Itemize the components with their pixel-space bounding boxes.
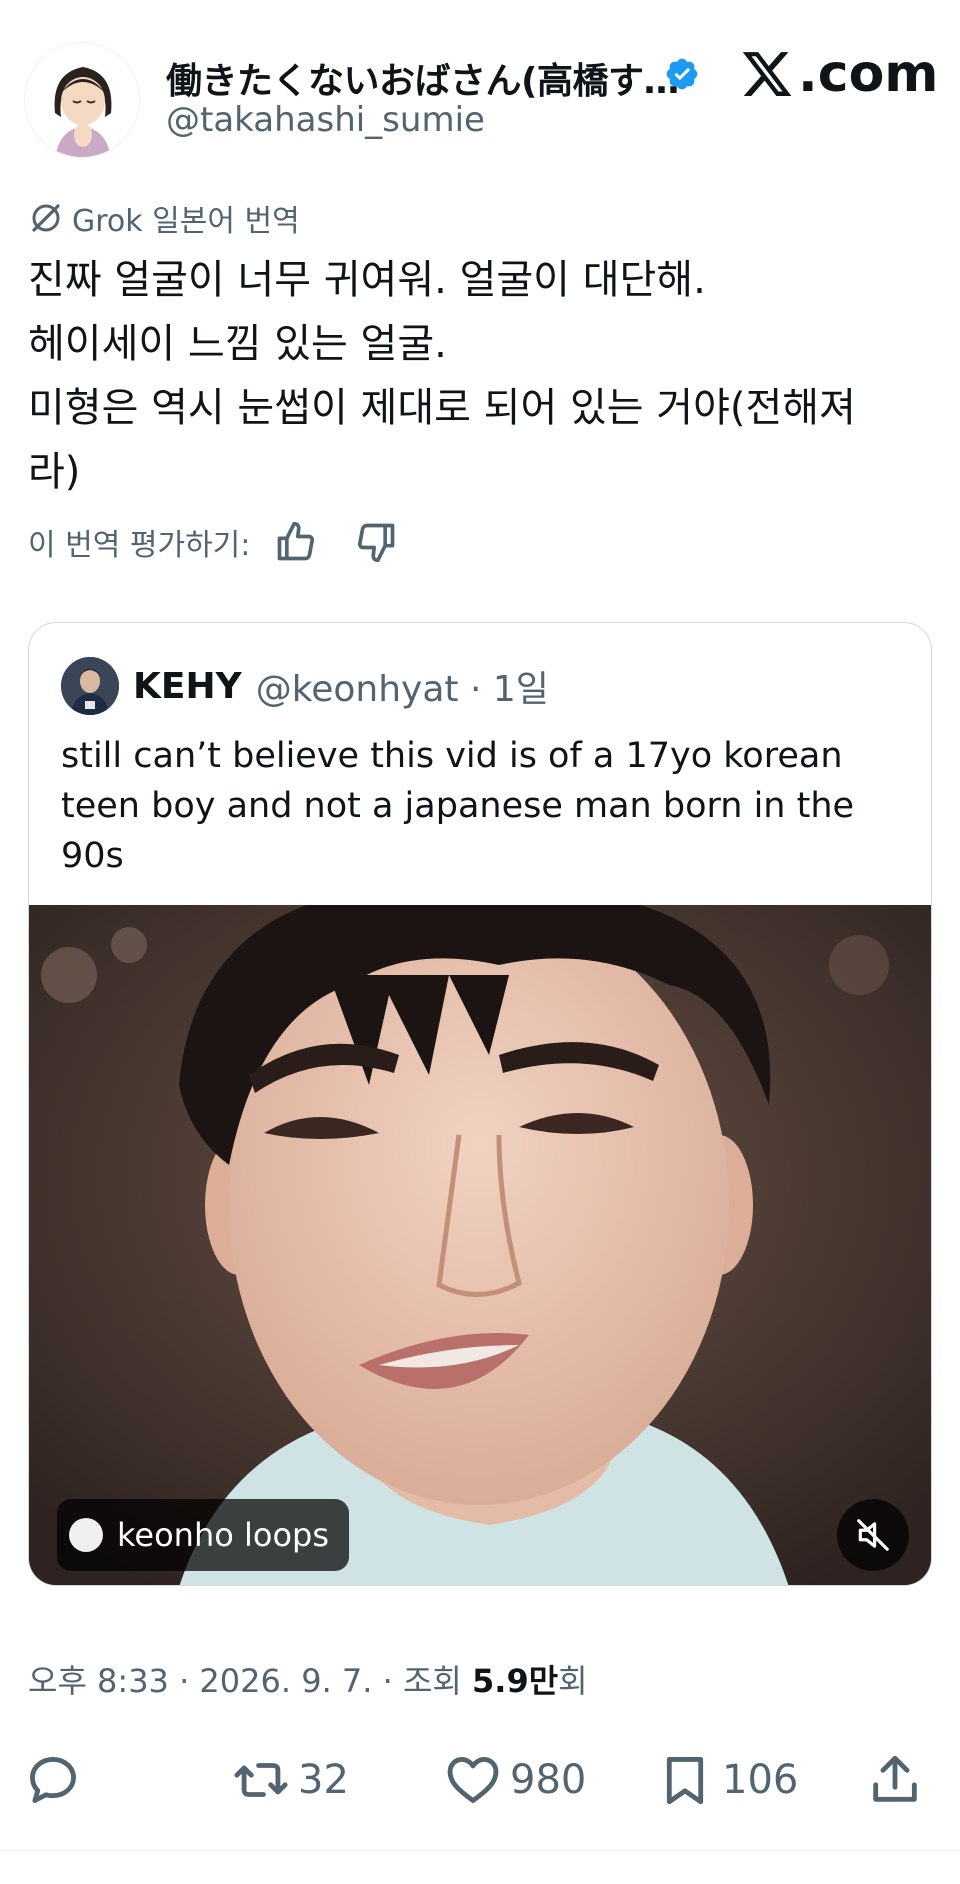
tweet-text: 진짜 얼굴이 너무 귀여워. 얼굴이 대단해. 헤이세이 느낌 있는 얼굴. 미…: [28, 248, 928, 504]
author-avatar[interactable]: [24, 42, 140, 158]
thumbs-up-icon[interactable]: [274, 520, 318, 564]
author-handle[interactable]: @takahashi_sumie: [166, 100, 485, 140]
share-button[interactable]: [866, 1740, 932, 1820]
tweet-text-line: 진짜 얼굴이 너무 귀여워. 얼굴이 대단해.: [28, 257, 706, 303]
grok-label-text: Grok 일본어 번역: [72, 204, 300, 239]
quoted-video[interactable]: keonho loops: [29, 905, 931, 1585]
muted-speaker-icon: [857, 1519, 889, 1551]
quoted-tweet-header: KEHY @keonhyat · 1일: [61, 657, 549, 715]
grok-icon: [32, 204, 60, 232]
divider: [0, 1850, 960, 1851]
timestamp[interactable]: 오후 8:33 · 2026. 9. 7. · 조회: [28, 1662, 472, 1700]
quoted-author-handle-time: @keonhyat · 1일: [255, 669, 549, 710]
retweet-button[interactable]: 32: [232, 1740, 349, 1820]
rate-label: 이 번역 평가하기:: [28, 528, 251, 563]
tweet-actions: 32 980 106: [0, 1740, 960, 1820]
source-avatar-icon: [69, 1518, 103, 1552]
tweet-meta: 오후 8:33 · 2026. 9. 7. · 조회 5.9만회: [28, 1656, 588, 1702]
tweet-header: 働きたくないおばさん(高橋す… @takahashi_sumie .com: [0, 0, 960, 190]
reply-icon: [30, 1757, 76, 1803]
quoted-text-line: 90s: [61, 836, 124, 876]
x-logo: .com: [740, 44, 939, 104]
verified-badge-icon: [666, 58, 698, 90]
bookmark-icon: [666, 1757, 704, 1805]
view-count: 5.9만: [472, 1662, 559, 1700]
bookmark-button[interactable]: 106: [656, 1740, 798, 1820]
like-button[interactable]: 980: [444, 1740, 586, 1820]
quoted-author-avatar[interactable]: [61, 657, 119, 715]
bookmark-count: 106: [722, 1757, 799, 1803]
grok-translation-label: Grok 일본어 번역: [28, 196, 300, 240]
view-suffix: 회: [558, 1662, 588, 1700]
retweet-icon: [234, 1763, 288, 1797]
video-frame-image: [29, 905, 931, 1585]
reply-button[interactable]: [24, 1740, 90, 1820]
tweet-text-line: 미형은 역시 눈썹이 제대로 되어 있는 거야(전해져: [28, 385, 856, 431]
x-logo-text: .com: [798, 44, 939, 104]
quoted-tweet-card[interactable]: KEHY @keonhyat · 1일 still can’t believe …: [28, 622, 932, 1586]
quoted-text-line: still can’t believe this vid is of a 17y…: [61, 736, 843, 776]
video-source-tag[interactable]: keonho loops: [57, 1499, 349, 1571]
video-source-label: keonho loops: [117, 1516, 329, 1554]
quoted-author-name[interactable]: KEHY: [133, 666, 242, 707]
mute-button[interactable]: [837, 1499, 909, 1571]
thumbs-down-icon[interactable]: [354, 520, 398, 564]
share-icon: [873, 1755, 917, 1802]
tweet-text-line: 헤이세이 느낌 있는 얼굴.: [28, 321, 447, 367]
retweet-count: 32: [298, 1757, 349, 1803]
heart-icon: [447, 1757, 499, 1803]
like-count: 980: [510, 1757, 587, 1803]
author-display-name[interactable]: 働きたくないおばさん(高橋す…: [166, 52, 679, 104]
rate-translation: 이 번역 평가하기:: [28, 520, 398, 564]
tweet-text-line: 라): [28, 449, 81, 495]
quoted-tweet-text: still can’t believe this vid is of a 17y…: [61, 731, 911, 881]
quoted-text-line: teen boy and not a japanese man born in …: [61, 786, 855, 826]
x-icon: [742, 52, 792, 96]
